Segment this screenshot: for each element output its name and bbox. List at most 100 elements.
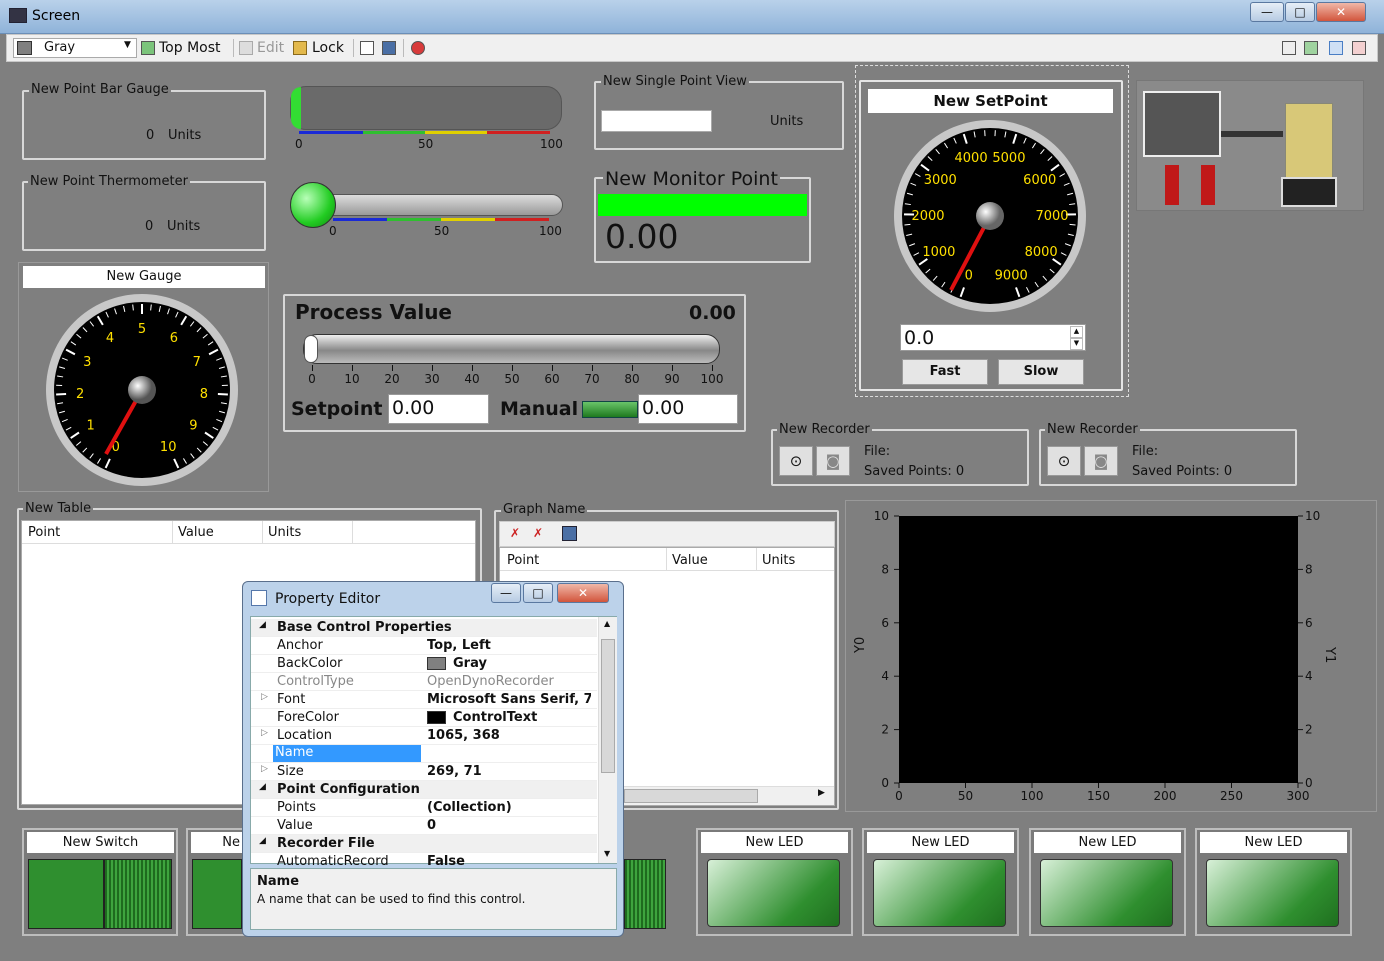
led-light-4 xyxy=(1206,859,1339,927)
minimize-button[interactable]: — xyxy=(1250,2,1284,22)
property-row[interactable]: ForeColor ControlText xyxy=(251,709,597,727)
spin-down-icon[interactable]: ▼ xyxy=(1070,338,1083,350)
manual-field[interactable]: 0.00 xyxy=(638,394,738,424)
switch-base[interactable] xyxy=(192,859,242,929)
slow-button[interactable]: Slow xyxy=(998,359,1084,385)
collapse-icon[interactable]: ◢ xyxy=(259,782,266,792)
property-value[interactable]: Microsoft Sans Serif, 7.8 xyxy=(427,692,591,707)
property-name: Points xyxy=(277,800,317,815)
setpoint-input[interactable]: 0.0 ▲ ▼ xyxy=(900,324,1086,351)
property-value[interactable]: 1065, 368 xyxy=(427,728,591,743)
thermometer-panel[interactable] xyxy=(22,181,266,251)
process-tick-mark xyxy=(512,365,513,371)
property-value[interactable]: 0 xyxy=(427,818,591,833)
table-col-units[interactable]: Units xyxy=(268,525,301,540)
led-title-3: New LED xyxy=(1034,832,1181,853)
open-folder-icon[interactable] xyxy=(360,41,374,55)
collapse-icon[interactable]: ◢ xyxy=(259,620,266,630)
property-value[interactable]: Gray xyxy=(453,656,591,671)
record-play-button[interactable]: ⊙ xyxy=(779,446,813,476)
expand-icon[interactable]: ▷ xyxy=(261,692,268,702)
switch-base[interactable] xyxy=(28,859,104,929)
switch-lever[interactable] xyxy=(624,859,666,929)
table-col-value[interactable]: Value xyxy=(178,525,214,540)
property-row[interactable]: ▷ Location 1065, 368 xyxy=(251,727,597,745)
property-value[interactable]: ControlText xyxy=(453,710,591,725)
spin-up-icon[interactable]: ▲ xyxy=(1070,326,1083,338)
property-row[interactable]: BackColor Gray xyxy=(251,655,597,673)
bar-gauge-panel[interactable] xyxy=(22,90,266,160)
property-value[interactable]: False xyxy=(427,854,591,869)
dial-tick xyxy=(904,223,911,226)
process-tick-label: 20 xyxy=(384,372,400,386)
maximize-button[interactable]: □ xyxy=(1285,2,1315,22)
process-tick-mark xyxy=(632,365,633,371)
thermometer-units: Units xyxy=(167,219,201,234)
layout-icon[interactable] xyxy=(1329,41,1343,55)
graph-col-value[interactable]: Value xyxy=(672,553,708,568)
scroll-up-icon[interactable]: ▲ xyxy=(604,619,610,628)
record-stop-button[interactable]: ◙ xyxy=(816,446,850,476)
property-row[interactable]: Points (Collection) xyxy=(251,799,597,817)
vertical-scrollbar[interactable]: ▲ ▼ xyxy=(598,617,617,863)
property-row[interactable]: Value 0 xyxy=(251,817,597,835)
scale-yellow xyxy=(441,218,495,221)
property-row[interactable]: Anchor Top, Left xyxy=(251,637,597,655)
pe-minimize-button[interactable]: — xyxy=(491,583,521,603)
scroll-down-icon[interactable]: ▼ xyxy=(604,849,610,858)
property-value[interactable]: Top, Left xyxy=(427,638,591,653)
property-row[interactable]: Name xyxy=(251,745,597,763)
scroll-thumb[interactable] xyxy=(624,789,758,803)
y1-tick-label: 4 xyxy=(1305,669,1313,683)
stop-icon[interactable] xyxy=(411,41,425,55)
bar-gauge-tick: 50 xyxy=(418,137,434,151)
y1-tick-label: 8 xyxy=(1305,562,1313,576)
save-icon[interactable] xyxy=(562,526,577,541)
select-icon[interactable] xyxy=(1282,41,1296,55)
scale-yellow xyxy=(425,131,487,134)
record-play-button[interactable]: ⊙ xyxy=(1047,446,1081,476)
save-icon[interactable] xyxy=(382,41,396,55)
setpoint-field[interactable]: 0.00 xyxy=(388,394,489,424)
property-category[interactable]: ◢ Recorder File xyxy=(251,835,597,853)
color-dropdown[interactable]: Gray ▼ xyxy=(13,38,137,58)
window-icon[interactable] xyxy=(1352,41,1366,55)
top-most-button[interactable]: Top Most xyxy=(159,40,221,56)
property-row[interactable]: ControlType OpenDynoRecorder xyxy=(251,673,597,691)
property-name: BackColor xyxy=(277,656,343,671)
property-category[interactable]: ◢ Base Control Properties xyxy=(251,619,597,637)
clear-series-icon[interactable]: ✗ xyxy=(510,526,528,542)
table-col-point[interactable]: Point xyxy=(28,525,60,540)
collapse-icon[interactable]: ◢ xyxy=(259,836,266,846)
property-row[interactable]: ▷ Size 269, 71 xyxy=(251,763,597,781)
property-category[interactable]: ◢ Point Configuration xyxy=(251,781,597,799)
expand-icon[interactable]: ▷ xyxy=(261,728,268,738)
remove-series-icon[interactable]: ✗ xyxy=(533,526,551,542)
pe-close-button[interactable]: ✕ xyxy=(557,583,609,603)
refresh-icon[interactable] xyxy=(1304,41,1318,55)
expand-icon[interactable]: ▷ xyxy=(261,764,268,774)
property-grid[interactable]: ◢ Base Control Properties Anchor Top, Left B… xyxy=(250,616,617,871)
manual-toggle[interactable] xyxy=(582,401,638,418)
property-value[interactable]: 269, 71 xyxy=(427,764,591,779)
scroll-thumb[interactable] xyxy=(601,639,615,773)
lock-button[interactable]: Lock xyxy=(312,40,344,56)
process-tick-label: 50 xyxy=(504,372,520,386)
scroll-right-icon[interactable]: ▶ xyxy=(818,788,825,798)
scale-red xyxy=(487,131,550,134)
fast-button[interactable]: Fast xyxy=(902,359,988,385)
toolbar-separator xyxy=(233,39,234,57)
graph-col-units[interactable]: Units xyxy=(762,553,795,568)
process-tick-label: 0 xyxy=(308,372,316,386)
bar-gauge-title: New Point Bar Gauge xyxy=(29,82,171,97)
property-row[interactable]: ▷ Font Microsoft Sans Serif, 7.8 xyxy=(251,691,597,709)
record-stop-button[interactable]: ◙ xyxy=(1084,446,1118,476)
property-value[interactable]: OpenDynoRecorder xyxy=(427,674,591,689)
property-value[interactable]: (Collection) xyxy=(427,800,591,815)
category-name: Base Control Properties xyxy=(277,620,452,635)
edit-button[interactable]: Edit xyxy=(257,40,284,56)
switch-lever[interactable] xyxy=(104,859,172,929)
pe-maximize-button[interactable]: □ xyxy=(523,583,553,603)
close-button[interactable]: ✕ xyxy=(1316,2,1366,22)
graph-col-point[interactable]: Point xyxy=(507,553,539,568)
